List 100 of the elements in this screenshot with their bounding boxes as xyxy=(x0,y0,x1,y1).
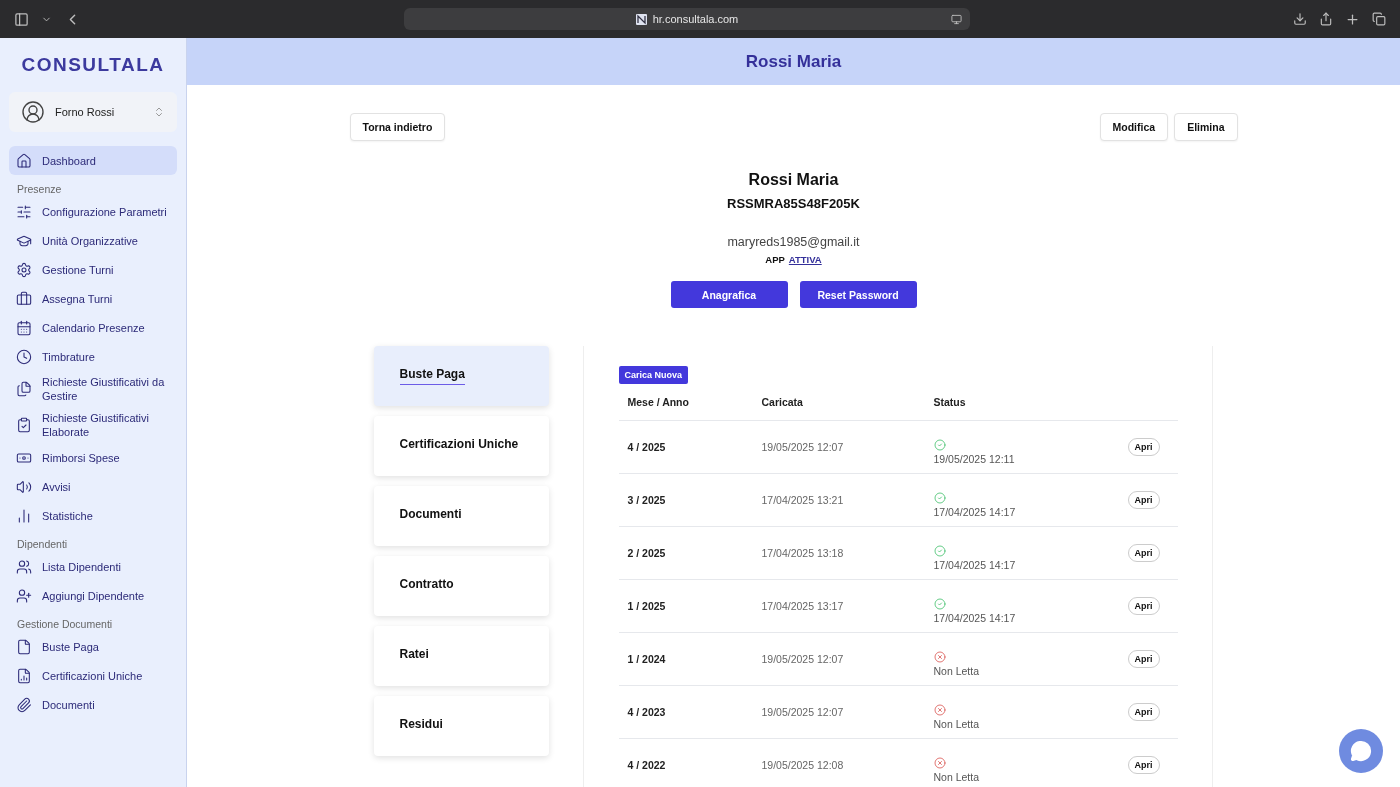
sidebar-item[interactable]: Rimborsi Spese xyxy=(9,443,177,472)
sliders-icon xyxy=(16,203,32,220)
open-button[interactable]: Apri xyxy=(1127,597,1160,615)
status-text: 17/04/2025 14:17 xyxy=(933,559,1017,571)
plus-icon[interactable] xyxy=(1345,11,1360,27)
sidebar-item[interactable]: Certificazioni Uniche xyxy=(9,661,177,690)
speaker-icon xyxy=(16,478,32,495)
paperclip-icon xyxy=(16,696,32,713)
account-name: Forno Rossi xyxy=(55,106,116,118)
sidebar-item[interactable]: Statistiche xyxy=(9,501,177,530)
fiscal-code: RSSMRA85S48F205K xyxy=(727,196,860,211)
sidebar-item[interactable]: Dashboard xyxy=(9,146,177,175)
app-label: APP xyxy=(765,254,785,265)
column-header: Mese / Anno xyxy=(626,395,690,410)
sidebar-item[interactable]: Richieste Giustificativi Elaborate xyxy=(9,407,177,443)
document-tab[interactable]: Buste Paga xyxy=(373,346,549,406)
open-button[interactable]: Apri xyxy=(1127,438,1160,456)
uploaded-cell-text: 19/05/2025 12:07 xyxy=(760,653,845,665)
sidebar-item[interactable]: Timbrature xyxy=(9,342,177,371)
status-text: 17/04/2025 14:17 xyxy=(933,506,1017,518)
sidebar-item[interactable]: Assegna Turni xyxy=(9,284,177,313)
section-title: Dipendenti xyxy=(16,538,69,550)
app-status-link[interactable]: ATTIVA xyxy=(788,254,822,265)
sidebar-item[interactable]: Buste Paga xyxy=(9,632,177,661)
sidebar-item[interactable]: Aggiungi Dipendente xyxy=(9,581,177,610)
share-icon[interactable] xyxy=(1319,12,1333,26)
status-text: 19/05/2025 12:11 xyxy=(933,453,1016,465)
document-tab[interactable]: Documenti xyxy=(373,486,549,546)
period-cell-text: 4 / 2022 xyxy=(626,759,667,771)
employee-name: Rossi Maria xyxy=(748,171,839,189)
uploaded-cell-text: 17/04/2025 13:17 xyxy=(760,600,845,612)
bar-chart-icon xyxy=(16,507,32,524)
document-tab[interactable]: Residui xyxy=(373,696,549,756)
open-button[interactable]: Apri xyxy=(1127,544,1160,562)
sidebar-item[interactable]: Documenti xyxy=(9,690,177,719)
email-text: maryreds1985@gmail.it xyxy=(727,235,860,249)
check-circle-icon xyxy=(933,598,946,610)
status-text: Non Letta xyxy=(933,771,981,783)
site-icon xyxy=(635,13,647,25)
tabs-icon[interactable] xyxy=(1372,12,1386,26)
download-icon[interactable] xyxy=(1293,12,1307,26)
account-switcher[interactable]: Forno Rossi xyxy=(9,92,177,132)
uploaded-cell-text: 17/04/2025 13:21 xyxy=(760,494,845,506)
reset-password-button[interactable]: Reset Password xyxy=(799,281,917,308)
url-text: hr.consultala.com xyxy=(652,13,739,25)
file-icon xyxy=(16,638,32,655)
files-icon xyxy=(16,381,32,397)
logo: CONSULTALA xyxy=(20,54,166,76)
monitor-icon[interactable] xyxy=(951,13,962,25)
period-cell-text: 1 / 2024 xyxy=(626,653,667,665)
upload-button[interactable]: Carica Nuova xyxy=(618,366,689,384)
document-tab[interactable]: Contratto xyxy=(373,556,549,616)
sidebar-item[interactable]: Lista Dipendenti xyxy=(9,552,177,581)
briefcase-icon xyxy=(16,290,32,307)
status-text: Non Letta xyxy=(933,665,981,677)
user-plus-icon xyxy=(16,587,32,604)
period-cell-text: 4 / 2023 xyxy=(626,706,667,718)
address-bar[interactable]: hr.consultala.com xyxy=(404,8,970,30)
document-tab[interactable]: Certificazioni Uniche xyxy=(373,416,549,476)
check-circle-icon xyxy=(933,492,946,504)
gear-icon xyxy=(16,261,32,278)
sidebar-item[interactable]: Calendario Presenze xyxy=(9,313,177,342)
edit-button[interactable]: Modifica xyxy=(1099,113,1169,141)
user-avatar-icon xyxy=(21,100,45,124)
sidebar-item[interactable]: Unità Organizzative xyxy=(9,226,177,255)
period-cell-text: 3 / 2025 xyxy=(626,494,667,506)
open-button[interactable]: Apri xyxy=(1127,703,1160,721)
x-circle-icon xyxy=(933,704,946,716)
open-button[interactable]: Apri xyxy=(1127,491,1160,509)
sidebar-item[interactable]: Avvisi xyxy=(9,472,177,501)
uploaded-cell-text: 19/05/2025 12:07 xyxy=(760,706,845,718)
calendar-icon xyxy=(16,319,32,336)
clock-icon xyxy=(16,348,32,365)
period-cell-text: 1 / 2025 xyxy=(626,600,667,612)
column-header: Status xyxy=(932,395,967,410)
file-chart-icon xyxy=(16,667,32,684)
chat-bubble-icon xyxy=(1350,740,1372,762)
clipboard-check-icon xyxy=(16,417,32,433)
chat-button[interactable] xyxy=(1339,729,1383,773)
status-text: Non Letta xyxy=(933,718,981,730)
sidebar-item[interactable]: Configurazione Parametri xyxy=(9,197,177,226)
column-header: Caricata xyxy=(760,395,804,410)
period-cell-text: 2 / 2025 xyxy=(626,547,667,559)
sidebar-item[interactable]: Richieste Giustificativi da Gestire xyxy=(9,371,177,407)
sidebar-toggle-icon[interactable] xyxy=(14,11,29,27)
back-button[interactable]: Torna indietro xyxy=(349,113,446,141)
open-button[interactable]: Apri xyxy=(1127,756,1160,774)
check-circle-icon xyxy=(933,439,946,451)
open-button[interactable]: Apri xyxy=(1127,650,1160,668)
uploaded-cell-text: 19/05/2025 12:07 xyxy=(760,441,845,453)
section-title: Gestione Documenti xyxy=(16,618,114,630)
delete-button[interactable]: Elimina xyxy=(1174,113,1238,141)
x-circle-icon xyxy=(933,651,946,663)
status-text: 17/04/2025 14:17 xyxy=(933,612,1017,624)
document-tab[interactable]: Ratei xyxy=(373,626,549,686)
page-title: Rossi Maria xyxy=(187,38,1400,85)
uploaded-cell-text: 17/04/2025 13:18 xyxy=(760,547,845,559)
section-title: Presenze xyxy=(16,183,63,195)
registry-button[interactable]: Anagrafica xyxy=(670,281,788,308)
sidebar-item[interactable]: Gestione Turni xyxy=(9,255,177,284)
